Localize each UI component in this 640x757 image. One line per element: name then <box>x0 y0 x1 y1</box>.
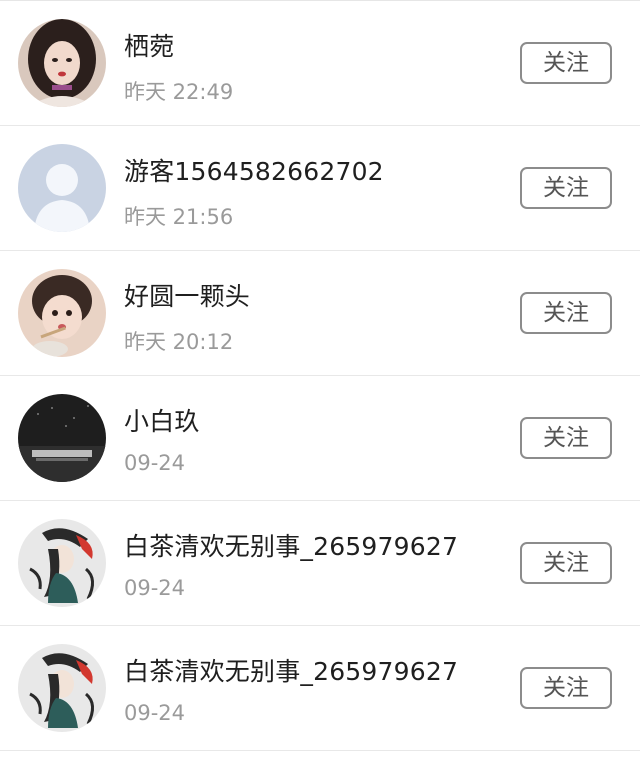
user-name[interactable]: 白茶清欢无别事_265979627 <box>124 652 458 688</box>
user-name[interactable]: 游客1564582662702 <box>124 152 384 188</box>
user-name[interactable]: 好圆一颗头 <box>124 277 250 313</box>
default-person-avatar-icon <box>18 144 106 232</box>
avatar[interactable] <box>18 519 106 607</box>
user-name[interactable]: 小白玖 <box>124 402 200 438</box>
girl-portrait-avatar-icon <box>18 19 106 107</box>
list-item[interactable]: 栖菀 昨天 22:49 关注 <box>0 1 640 126</box>
avatar[interactable] <box>18 394 106 482</box>
stage-crowd-avatar-icon <box>18 394 106 482</box>
follow-time: 09-24 <box>124 451 186 475</box>
avatar[interactable] <box>18 19 106 107</box>
follow-button[interactable]: 关注 <box>520 542 612 584</box>
follow-time: 09-24 <box>124 701 186 725</box>
follow-time: 昨天 21:56 <box>124 205 234 229</box>
list-item[interactable]: 白茶清欢无别事_265979627 09-24 关注 <box>0 501 640 626</box>
follow-time: 昨天 20:12 <box>124 330 234 354</box>
list-item[interactable]: 白茶清欢无别事_265979627 09-24 关注 <box>0 626 640 751</box>
follower-list: 栖菀 昨天 22:49 关注 游客1564582662702 昨天 21:56 … <box>0 0 640 751</box>
follow-time: 09-24 <box>124 576 186 600</box>
user-name[interactable]: 白茶清欢无别事_265979627 <box>124 527 458 563</box>
avatar[interactable] <box>18 269 106 357</box>
user-name[interactable]: 栖菀 <box>124 27 174 63</box>
anime-character-avatar-icon <box>18 644 106 732</box>
list-item[interactable]: 游客1564582662702 昨天 21:56 关注 <box>0 126 640 251</box>
avatar[interactable] <box>18 144 106 232</box>
follow-button[interactable]: 关注 <box>520 167 612 209</box>
follow-button[interactable]: 关注 <box>520 292 612 334</box>
list-item[interactable]: 小白玖 09-24 关注 <box>0 376 640 501</box>
follow-button[interactable]: 关注 <box>520 42 612 84</box>
anime-character-avatar-icon <box>18 519 106 607</box>
follow-time: 昨天 22:49 <box>124 80 234 104</box>
avatar[interactable] <box>18 644 106 732</box>
child-portrait-avatar-icon <box>18 269 106 357</box>
follow-button[interactable]: 关注 <box>520 667 612 709</box>
list-item[interactable]: 好圆一颗头 昨天 20:12 关注 <box>0 251 640 376</box>
follow-button[interactable]: 关注 <box>520 417 612 459</box>
